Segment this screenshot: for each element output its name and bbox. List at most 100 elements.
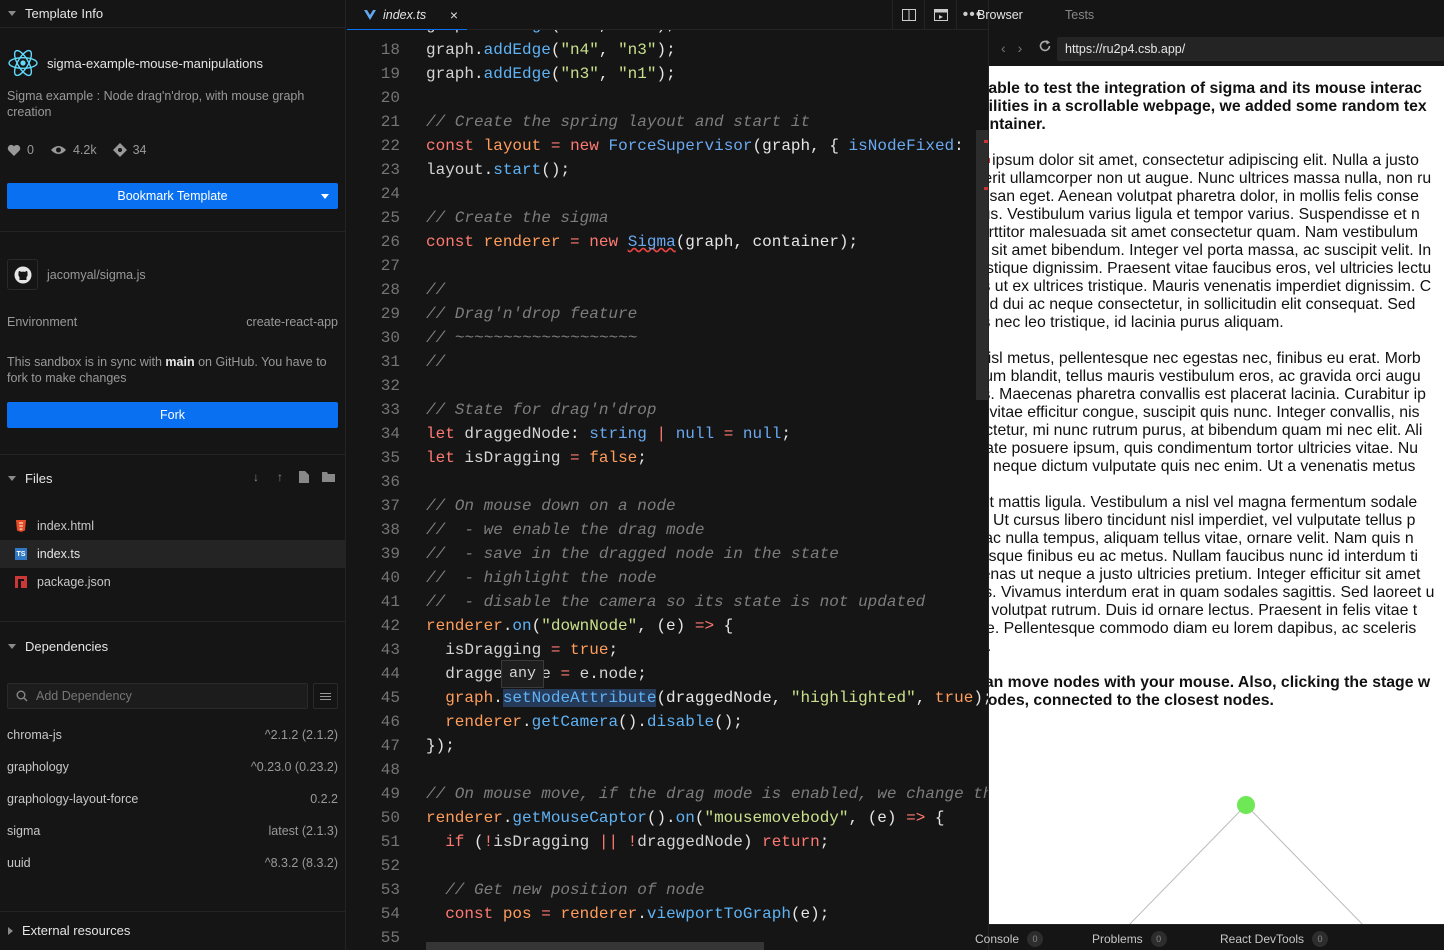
page-text-line: consectetur, mi nunc rutrum purus, at bi… (989, 422, 1423, 439)
url-bar: ‹ › https://ru2p4.csb.app/ (989, 30, 1444, 66)
close-icon[interactable]: × (450, 7, 458, 23)
github-repo-link[interactable]: jacomyal/sigma.js (7, 259, 146, 290)
dependency-menu-button[interactable] (313, 683, 338, 709)
file-item-package-json[interactable]: package.json (0, 568, 346, 596)
template-title-row: sigma-example-mouse-manipulations (7, 47, 263, 79)
code-line: 30// ~~~~~~~~~~~~~~~~~~~ (380, 329, 638, 347)
page-text-line: eleifend dui ac neque consectetur, in so… (989, 296, 1416, 313)
back-arrow-icon[interactable]: ‹ (1001, 40, 1006, 56)
type-hover-tooltip: any (501, 660, 545, 688)
fork-icon (112, 143, 127, 157)
new-folder-icon[interactable] (321, 470, 335, 484)
code-line: 39// - save in the dragged node in the s… (380, 545, 839, 563)
problems-count-badge: 0 (1150, 931, 1167, 947)
horizontal-scrollbar[interactable] (426, 942, 764, 950)
code-line: 28// (380, 281, 446, 299)
dependency-row[interactable]: graphology-layout-force 0.2.2 (7, 792, 338, 806)
fork-button[interactable]: Fork (7, 402, 338, 428)
files-actions: ↓ ↑ (249, 470, 335, 484)
github-icon (7, 259, 38, 290)
dependencies-header[interactable]: Dependencies (0, 633, 108, 660)
views-count: 4.2k (72, 143, 97, 157)
file-name: index.ts (37, 547, 81, 561)
sigma-graph-canvas[interactable] (989, 718, 1444, 924)
page-text-line: Mauris ut ex ultrices tristique. Mauris … (989, 278, 1432, 295)
page-text-line: lectus. Ut cursus libero tincidunt nisl … (989, 512, 1416, 529)
upload-icon[interactable]: ↑ (273, 470, 287, 484)
add-dependency-field[interactable] (7, 683, 308, 709)
sync-notice: This sandbox is in sync with main on Git… (7, 354, 327, 386)
page-text-line: quis id neque dictum vulputate quis nec … (989, 458, 1416, 475)
environment-value: create-react-app (246, 315, 338, 329)
page-text-line: dapibus. Vestibulum varius ligula et tem… (989, 206, 1420, 223)
forward-arrow-icon[interactable]: › (1018, 40, 1023, 56)
preview-page[interactable]: To be able to test the integration of si… (989, 66, 1444, 924)
code-line: 42 renderer.on("downNode", (e) => { (380, 617, 734, 635)
code-line: 54 const pos = renderer.viewportToGraph(… (380, 905, 830, 923)
page-text-line: sagittis. Vivamus interdum erat in quam … (989, 584, 1435, 601)
editor-tabbar: index.ts × ••• (347, 0, 988, 30)
reload-icon[interactable] (1038, 39, 1052, 58)
tab-index-ts[interactable]: index.ts × (347, 0, 467, 30)
typescript-icon: TS (15, 548, 27, 560)
download-icon[interactable]: ↓ (249, 470, 263, 484)
code-line: 29// Drag'n'drop feature (380, 305, 638, 323)
bookmark-dropdown-icon[interactable] (312, 183, 338, 209)
scrollbar-thumb[interactable] (976, 130, 988, 400)
page-text-line: mattis vitae efficitur congue, suscipit … (989, 404, 1420, 421)
template-description: Sigma example : Node drag'n'drop, with m… (7, 89, 305, 119)
tab-tests[interactable]: Tests (1065, 8, 1094, 22)
code-line: 24 (380, 185, 400, 203)
template-stats: 0 4.2k 34 (7, 143, 163, 157)
template-info-header[interactable]: Template Info (0, 0, 103, 27)
external-resources-header[interactable]: External resources (0, 917, 130, 944)
page-text-line: Lorem ipsum dolor sit amet, consectetur … (989, 152, 1419, 169)
file-name: index.html (37, 519, 94, 533)
code-line: 23 layout.start(); (380, 161, 571, 179)
vue-like-file-icon (364, 9, 376, 20)
editor-actions: ••• (892, 0, 988, 30)
sidebar: Template Info sigma-example-mouse-manipu… (0, 0, 346, 950)
repo-name: jacomyal/sigma.js (47, 267, 146, 282)
dependency-row[interactable]: sigma latest (2.1.3) (7, 824, 338, 838)
file-item-index-ts[interactable]: TS index.ts (0, 540, 346, 568)
preview-icon[interactable] (924, 0, 956, 30)
dependency-row[interactable]: uuid ^8.3.2 (8.3.2) (7, 856, 338, 870)
tab-react-devtools[interactable]: React DevTools 0 (1220, 931, 1329, 947)
dependency-row[interactable]: chroma-js ^2.1.2 (2.1.2) (7, 728, 338, 742)
page-text-line: Duis nisl metus, pellentesque nec egesta… (989, 350, 1421, 367)
page-text-line: capabilities in a scrollable webpage, we… (989, 98, 1427, 115)
tab-console[interactable]: Console 0 (975, 931, 1044, 947)
new-file-icon[interactable] (297, 470, 311, 484)
dependency-name: sigma (7, 824, 41, 838)
dependency-name: uuid (7, 856, 31, 870)
add-dependency-input[interactable] (36, 689, 276, 703)
page-text-line: accumsan eget. Aenean volutpat pharetra … (989, 188, 1419, 205)
page-paragraph: Lorem ipsum dolor sit amet, consectetur … (989, 152, 1444, 332)
code-line: 46 renderer.getCamera().disable(); (380, 713, 743, 731)
code-line: 52 (380, 857, 400, 875)
problems-label: Problems (1092, 932, 1143, 946)
bookmark-template-button[interactable]: Bookmark Template (7, 183, 338, 209)
heart-icon (7, 144, 21, 156)
template-info-title: Template Info (25, 6, 104, 21)
code-line: 34 let draggedNode: string | null = null; (380, 425, 791, 443)
graph-node[interactable] (1237, 796, 1255, 814)
code-area[interactable]: graph.addEdge("n2", "n4"); 18graph.addEd… (347, 30, 988, 950)
vertical-scrollbar[interactable] (976, 30, 988, 920)
split-view-icon[interactable] (892, 0, 924, 30)
files-header[interactable]: Files (0, 465, 52, 492)
likes-stat: 0 (7, 143, 34, 157)
tab-browser[interactable]: Browser (977, 8, 1023, 22)
tab-browser-label: Browser (977, 8, 1023, 22)
dependency-version: 0.2.2 (310, 792, 338, 806)
file-item-index-html[interactable]: index.html (0, 512, 346, 540)
url-input[interactable]: https://ru2p4.csb.app/ (1057, 37, 1444, 61)
page-text-line: sed tristique dignissim. Praesent vitae … (989, 260, 1432, 277)
page-text-line: hendrerit ullamcorper non ut augue. Nunc… (989, 170, 1432, 187)
page-paragraph: You can move nodes with your mouse. Also… (989, 674, 1444, 710)
page-text-line: To be able to test the integration of si… (989, 80, 1422, 97)
code-line: 43 isDragging = true; (380, 641, 619, 659)
dependency-row[interactable]: graphology ^0.23.0 (0.23.2) (7, 760, 338, 774)
tab-problems[interactable]: Problems 0 (1092, 931, 1167, 947)
